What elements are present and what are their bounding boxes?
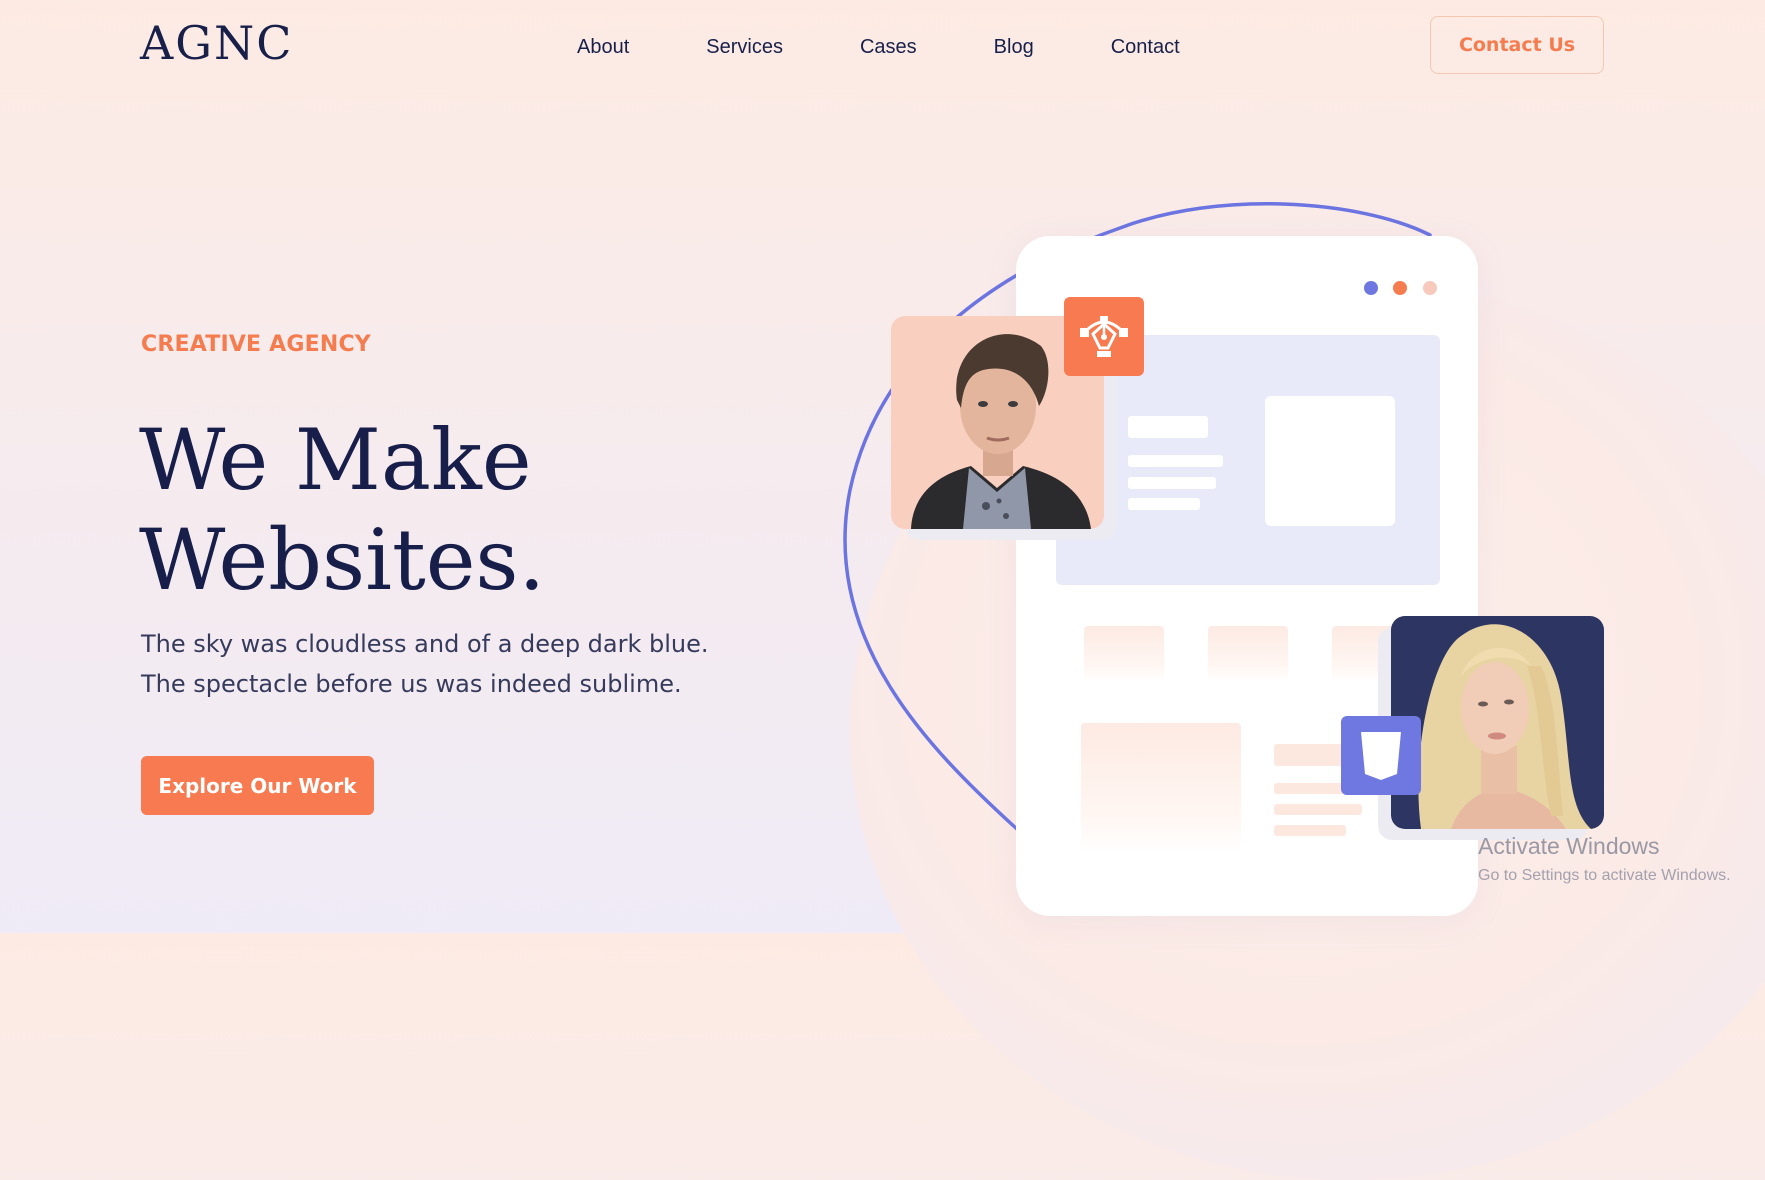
mockup-feature-tile xyxy=(1084,626,1164,682)
mockup-text-bar xyxy=(1128,498,1200,510)
mockup-image-box xyxy=(1265,396,1395,526)
mockup-feature-tile xyxy=(1208,626,1288,682)
main-nav: About Services Cases Blog Contact xyxy=(577,36,1257,59)
headline-line-1: We Make xyxy=(139,411,532,509)
brand-logo[interactable]: AGNC xyxy=(140,16,293,70)
window-dot-orange xyxy=(1393,281,1407,295)
nav-item-cases[interactable]: Cases xyxy=(860,36,917,59)
subtitle-line-1: The sky was cloudless and of a deep dark… xyxy=(141,630,709,658)
mockup-content-block xyxy=(1081,723,1241,853)
nav-item-contact[interactable]: Contact xyxy=(1111,36,1180,59)
css3-shield-icon xyxy=(1361,731,1401,780)
nav-item-about[interactable]: About xyxy=(577,36,629,59)
mockup-title-bar xyxy=(1128,416,1208,438)
mockup-text-bar xyxy=(1128,477,1216,489)
mockup-content-bar xyxy=(1274,744,1344,766)
pen-tool-badge xyxy=(1064,297,1144,376)
hero-eyebrow: CREATIVE AGENCY xyxy=(141,332,371,357)
headline-line-2: Websites. xyxy=(139,511,546,609)
subtitle-line-2: The spectacle before us was indeed subli… xyxy=(141,670,682,698)
css3-badge xyxy=(1341,716,1421,795)
contact-us-button[interactable]: Contact Us xyxy=(1430,16,1604,74)
hero-headline: We Make Websites. xyxy=(139,410,545,610)
mockup-content-bar xyxy=(1274,825,1346,836)
explore-work-button[interactable]: Explore Our Work xyxy=(141,756,374,815)
pen-tool-icon xyxy=(1080,315,1128,357)
team-member-photo-woman xyxy=(1391,616,1604,829)
mockup-content-bar xyxy=(1274,804,1362,815)
nav-item-services[interactable]: Services xyxy=(706,36,783,59)
window-dot-pink xyxy=(1423,281,1437,295)
activate-windows-subtitle: Go to Settings to activate Windows. xyxy=(1478,867,1731,884)
activate-windows-title: Activate Windows xyxy=(1478,833,1660,859)
nav-item-blog[interactable]: Blog xyxy=(994,36,1034,59)
mockup-text-bar xyxy=(1128,455,1223,467)
hero-subtitle: The sky was cloudless and of a deep dark… xyxy=(141,624,709,704)
window-dot-blue xyxy=(1364,281,1378,295)
